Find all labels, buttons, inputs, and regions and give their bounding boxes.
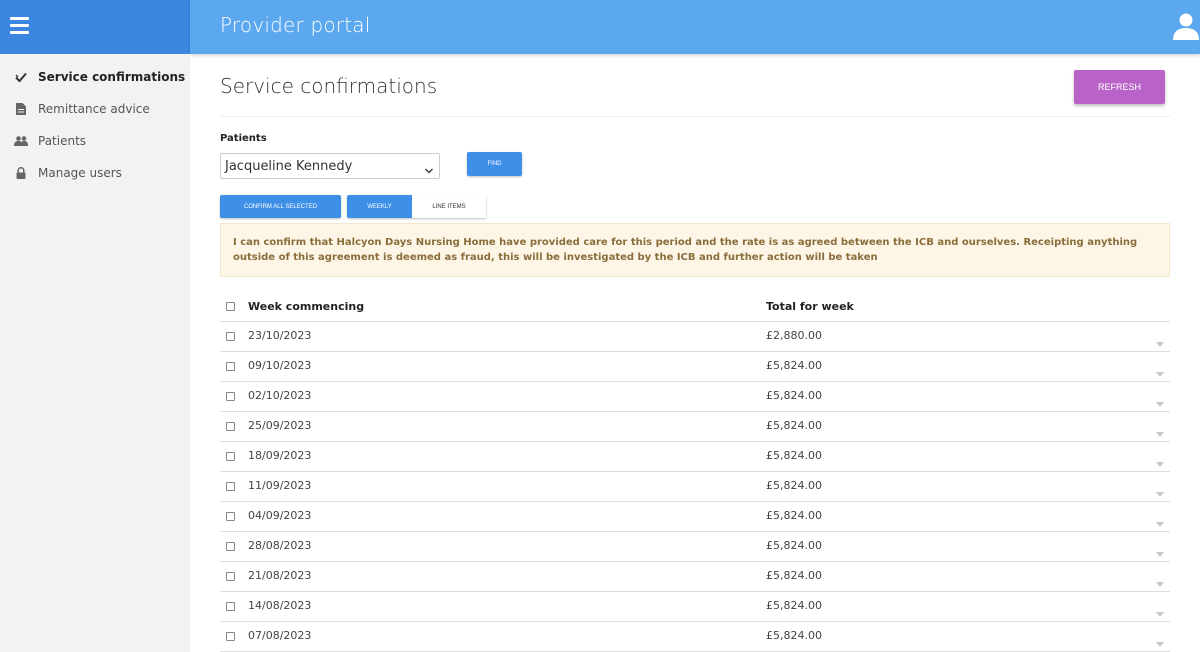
total-for-week-cell: £5,824.00: [766, 389, 822, 402]
sidebar-item-label: Service confirmations: [38, 70, 186, 84]
week-commencing-cell: 02/10/2023: [248, 389, 312, 402]
top-bar: Provider portal: [190, 0, 1200, 54]
total-for-week-cell: £5,824.00: [766, 599, 822, 612]
patient-select-value: Jacqueline Kennedy: [225, 158, 353, 174]
caret-down-icon[interactable]: [1156, 333, 1164, 347]
hamburger-icon[interactable]: [10, 17, 29, 34]
row-checkbox[interactable]: [226, 602, 235, 611]
table-row[interactable]: 25/09/2023 £5,824.00: [220, 412, 1170, 442]
week-commencing-cell: 04/09/2023: [248, 509, 312, 522]
sidebar-item-label: Patients: [38, 134, 87, 148]
check-icon: [14, 70, 28, 84]
table-row[interactable]: 11/09/2023 £5,824.00: [220, 472, 1170, 502]
week-commencing-cell: 25/09/2023: [248, 419, 312, 432]
table-header: Week commencing Total for week: [220, 294, 1170, 322]
row-checkbox[interactable]: [226, 482, 235, 491]
caret-down-icon[interactable]: [1156, 393, 1164, 407]
week-commencing-cell: 11/09/2023: [248, 479, 312, 492]
table-row[interactable]: 28/08/2023 £5,824.00: [220, 532, 1170, 562]
line-items-toggle[interactable]: LINE ITEMS: [412, 195, 486, 218]
row-checkbox[interactable]: [226, 632, 235, 641]
sidebar-item-service-confirmations[interactable]: Service confirmations: [0, 63, 190, 91]
table-row[interactable]: 21/08/2023 £5,824.00: [220, 562, 1170, 592]
total-for-week-cell: £2,880.00: [766, 329, 822, 342]
caret-down-icon[interactable]: [1156, 603, 1164, 617]
page-title: Service confirmations: [220, 74, 438, 98]
table-row[interactable]: 04/09/2023 £5,824.00: [220, 502, 1170, 532]
weeks-table: Week commencing Total for week 23/10/202…: [220, 294, 1170, 652]
row-checkbox[interactable]: [226, 362, 235, 371]
week-commencing-cell: 28/08/2023: [248, 539, 312, 552]
caret-down-icon[interactable]: [1156, 453, 1164, 467]
week-commencing-cell: 18/09/2023: [248, 449, 312, 462]
row-checkbox[interactable]: [226, 512, 235, 521]
patients-label: Patients: [220, 133, 267, 144]
week-commencing-cell: 07/08/2023: [248, 629, 312, 642]
row-checkbox[interactable]: [226, 572, 235, 581]
sidebar: Service confirmations Remittance advice …: [0, 54, 190, 652]
total-for-week-cell: £5,824.00: [766, 509, 822, 522]
row-checkbox[interactable]: [226, 542, 235, 551]
week-commencing-cell: 09/10/2023: [248, 359, 312, 372]
view-toggle: WEEKLY LINE ITEMS: [347, 195, 486, 218]
sidebar-item-remittance-advice[interactable]: Remittance advice: [0, 95, 190, 123]
confirm-all-selected-button[interactable]: CONFIRM ALL SELECTED: [220, 195, 341, 218]
caret-down-icon[interactable]: [1156, 363, 1164, 377]
refresh-button[interactable]: REFRESH: [1074, 70, 1165, 104]
sidebar-item-patients[interactable]: Patients: [0, 127, 190, 155]
chevron-down-icon: [424, 161, 434, 174]
caret-down-icon[interactable]: [1156, 483, 1164, 497]
row-checkbox[interactable]: [226, 332, 235, 341]
brand-bar: [0, 0, 190, 54]
select-all-checkbox[interactable]: [226, 302, 235, 311]
people-icon: [14, 134, 28, 148]
caret-down-icon[interactable]: [1156, 633, 1164, 647]
weekly-toggle[interactable]: WEEKLY: [347, 195, 412, 218]
sidebar-item-manage-users[interactable]: Manage users: [0, 159, 190, 187]
document-icon: [14, 102, 28, 116]
total-for-week-cell: £5,824.00: [766, 629, 822, 642]
portal-title: Provider portal: [220, 13, 371, 37]
row-checkbox[interactable]: [226, 422, 235, 431]
caret-down-icon[interactable]: [1156, 573, 1164, 587]
notice-text: I can confirm that Halcyon Days Nursing …: [233, 237, 1138, 263]
find-button[interactable]: FIND: [467, 152, 522, 176]
table-row[interactable]: 18/09/2023 £5,824.00: [220, 442, 1170, 472]
total-for-week-cell: £5,824.00: [766, 479, 822, 492]
table-row[interactable]: 09/10/2023 £5,824.00: [220, 352, 1170, 382]
caret-down-icon[interactable]: [1156, 423, 1164, 437]
column-header-total: Total for week: [766, 300, 854, 313]
week-commencing-cell: 14/08/2023: [248, 599, 312, 612]
total-for-week-cell: £5,824.00: [766, 419, 822, 432]
table-row[interactable]: 02/10/2023 £5,824.00: [220, 382, 1170, 412]
sidebar-item-label: Manage users: [38, 166, 122, 180]
table-row[interactable]: 14/08/2023 £5,824.00: [220, 592, 1170, 622]
patient-select[interactable]: Jacqueline Kennedy: [220, 153, 440, 179]
table-row[interactable]: 07/08/2023 £5,824.00: [220, 622, 1170, 652]
caret-down-icon[interactable]: [1156, 543, 1164, 557]
week-commencing-cell: 21/08/2023: [248, 569, 312, 582]
row-checkbox[interactable]: [226, 452, 235, 461]
total-for-week-cell: £5,824.00: [766, 569, 822, 582]
fraud-notice: I can confirm that Halcyon Days Nursing …: [220, 223, 1170, 277]
row-checkbox[interactable]: [226, 392, 235, 401]
week-commencing-cell: 23/10/2023: [248, 329, 312, 342]
column-header-week: Week commencing: [248, 300, 365, 313]
lock-icon: [14, 166, 28, 180]
total-for-week-cell: £5,824.00: [766, 359, 822, 372]
total-for-week-cell: £5,824.00: [766, 449, 822, 462]
user-icon[interactable]: [1172, 12, 1200, 40]
main-content: Service confirmations REFRESH Patients J…: [220, 54, 1170, 652]
sidebar-item-label: Remittance advice: [38, 102, 150, 116]
table-row[interactable]: 23/10/2023 £2,880.00: [220, 322, 1170, 352]
caret-down-icon[interactable]: [1156, 513, 1164, 527]
total-for-week-cell: £5,824.00: [766, 539, 822, 552]
divider: [220, 116, 1170, 117]
